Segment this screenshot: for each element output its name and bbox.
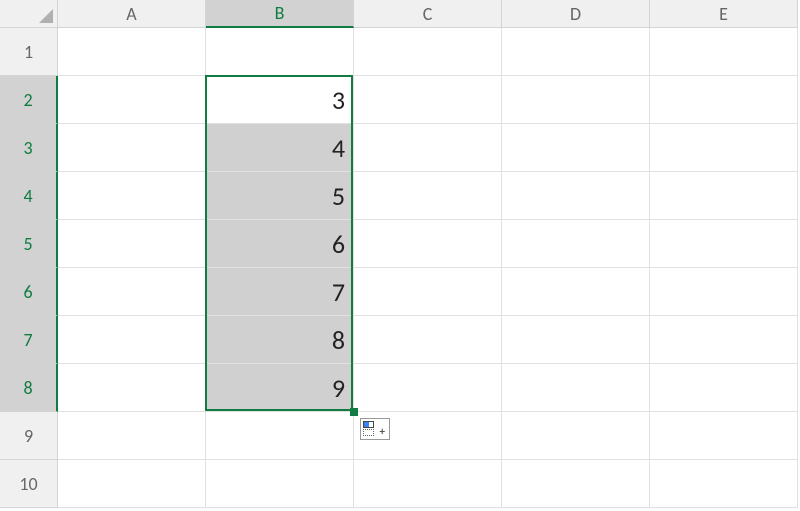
cell-E4[interactable] (650, 172, 798, 220)
cells-area: 3 4 5 6 (58, 28, 798, 508)
row-header-10[interactable]: 10 (0, 460, 58, 508)
cell-A5[interactable] (58, 220, 206, 268)
cell-E2[interactable] (650, 76, 798, 124)
cell-B9[interactable] (206, 412, 354, 460)
row-header-1[interactable]: 1 (0, 28, 58, 76)
col-header-E[interactable]: E (650, 0, 798, 28)
cell-B8[interactable]: 9 (206, 364, 354, 412)
cell-A6[interactable] (58, 268, 206, 316)
row-header-3[interactable]: 3 (0, 124, 58, 172)
cell-D1[interactable] (502, 28, 650, 76)
cell-C4[interactable] (354, 172, 502, 220)
cell-A9[interactable] (58, 412, 206, 460)
cell-C10[interactable] (354, 460, 502, 508)
cell-E5[interactable] (650, 220, 798, 268)
cell-D2[interactable] (502, 76, 650, 124)
spreadsheet-grid: A B C D E 1 2 3 4 5 6 7 8 9 10 3 (0, 0, 800, 511)
row-header-6[interactable]: 6 (0, 268, 58, 316)
col-header-A[interactable]: A (58, 0, 206, 28)
cell-C3[interactable] (354, 124, 502, 172)
row-header-4[interactable]: 4 (0, 172, 58, 220)
cell-C6[interactable] (354, 268, 502, 316)
cell-C5[interactable] (354, 220, 502, 268)
col-header-C[interactable]: C (354, 0, 502, 28)
select-all-triangle-icon (39, 9, 53, 23)
cell-B4[interactable]: 5 (206, 172, 354, 220)
cell-E8[interactable] (650, 364, 798, 412)
cell-D3[interactable] (502, 124, 650, 172)
cell-A10[interactable] (58, 460, 206, 508)
row-header-5[interactable]: 5 (0, 220, 58, 268)
cell-A1[interactable] (58, 28, 206, 76)
cell-B2[interactable]: 3 (206, 76, 354, 124)
cell-E3[interactable] (650, 124, 798, 172)
cell-C8[interactable] (354, 364, 502, 412)
cell-A8[interactable] (58, 364, 206, 412)
cell-D5[interactable] (502, 220, 650, 268)
col-header-D[interactable]: D (502, 0, 650, 28)
cell-A4[interactable] (58, 172, 206, 220)
autofill-options-icon: + (363, 421, 387, 437)
cell-D7[interactable] (502, 316, 650, 364)
cell-E6[interactable] (650, 268, 798, 316)
row-header-9[interactable]: 9 (0, 412, 58, 460)
cell-B7[interactable]: 8 (206, 316, 354, 364)
cell-D8[interactable] (502, 364, 650, 412)
row-headers: 1 2 3 4 5 6 7 8 9 10 (0, 28, 58, 508)
row-header-8[interactable]: 8 (0, 364, 58, 412)
row-header-7[interactable]: 7 (0, 316, 58, 364)
cell-B6[interactable]: 7 (206, 268, 354, 316)
cell-B10[interactable] (206, 460, 354, 508)
cell-D10[interactable] (502, 460, 650, 508)
col-header-B[interactable]: B (206, 0, 354, 28)
cell-B5[interactable]: 6 (206, 220, 354, 268)
cell-D4[interactable] (502, 172, 650, 220)
cell-E10[interactable] (650, 460, 798, 508)
autofill-options-button[interactable]: + (360, 418, 390, 440)
cell-E7[interactable] (650, 316, 798, 364)
cell-C2[interactable] (354, 76, 502, 124)
cell-B3[interactable]: 4 (206, 124, 354, 172)
cell-E1[interactable] (650, 28, 798, 76)
cell-A3[interactable] (58, 124, 206, 172)
fill-handle[interactable] (350, 408, 358, 416)
cell-A2[interactable] (58, 76, 206, 124)
select-all-corner[interactable] (0, 0, 58, 28)
cell-D9[interactable] (502, 412, 650, 460)
row-header-2[interactable]: 2 (0, 76, 58, 124)
cell-A7[interactable] (58, 316, 206, 364)
column-headers: A B C D E (58, 0, 798, 28)
cell-D6[interactable] (502, 268, 650, 316)
cell-C1[interactable] (354, 28, 502, 76)
cell-B1[interactable] (206, 28, 354, 76)
cell-E9[interactable] (650, 412, 798, 460)
cell-C7[interactable] (354, 316, 502, 364)
